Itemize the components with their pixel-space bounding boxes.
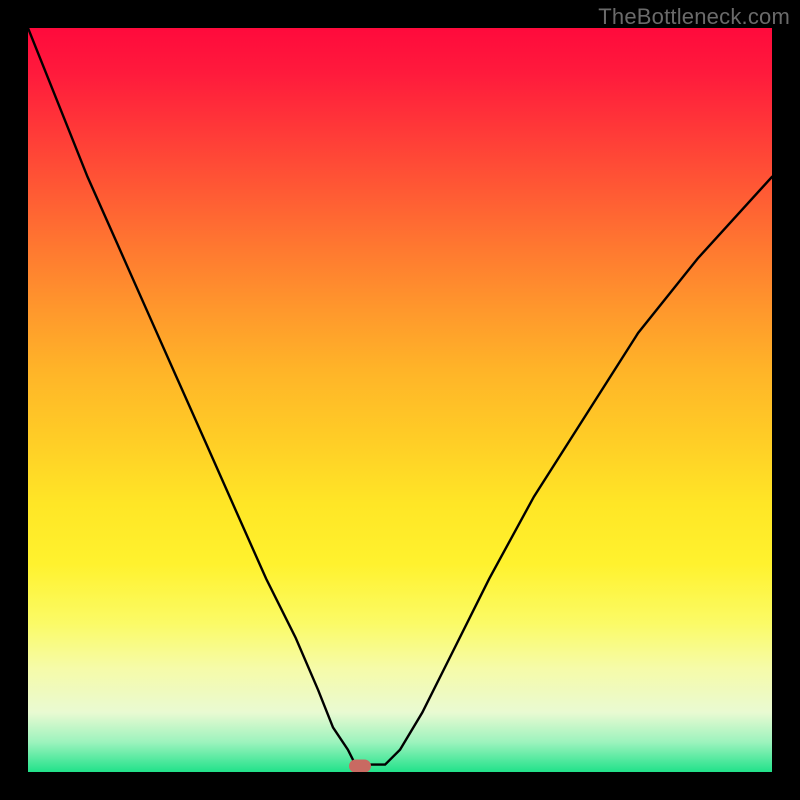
plot-area [28, 28, 772, 772]
chart-frame: TheBottleneck.com [0, 0, 800, 800]
bottleneck-curve [28, 28, 772, 772]
attribution-text: TheBottleneck.com [598, 4, 790, 30]
minimum-marker [349, 760, 371, 772]
